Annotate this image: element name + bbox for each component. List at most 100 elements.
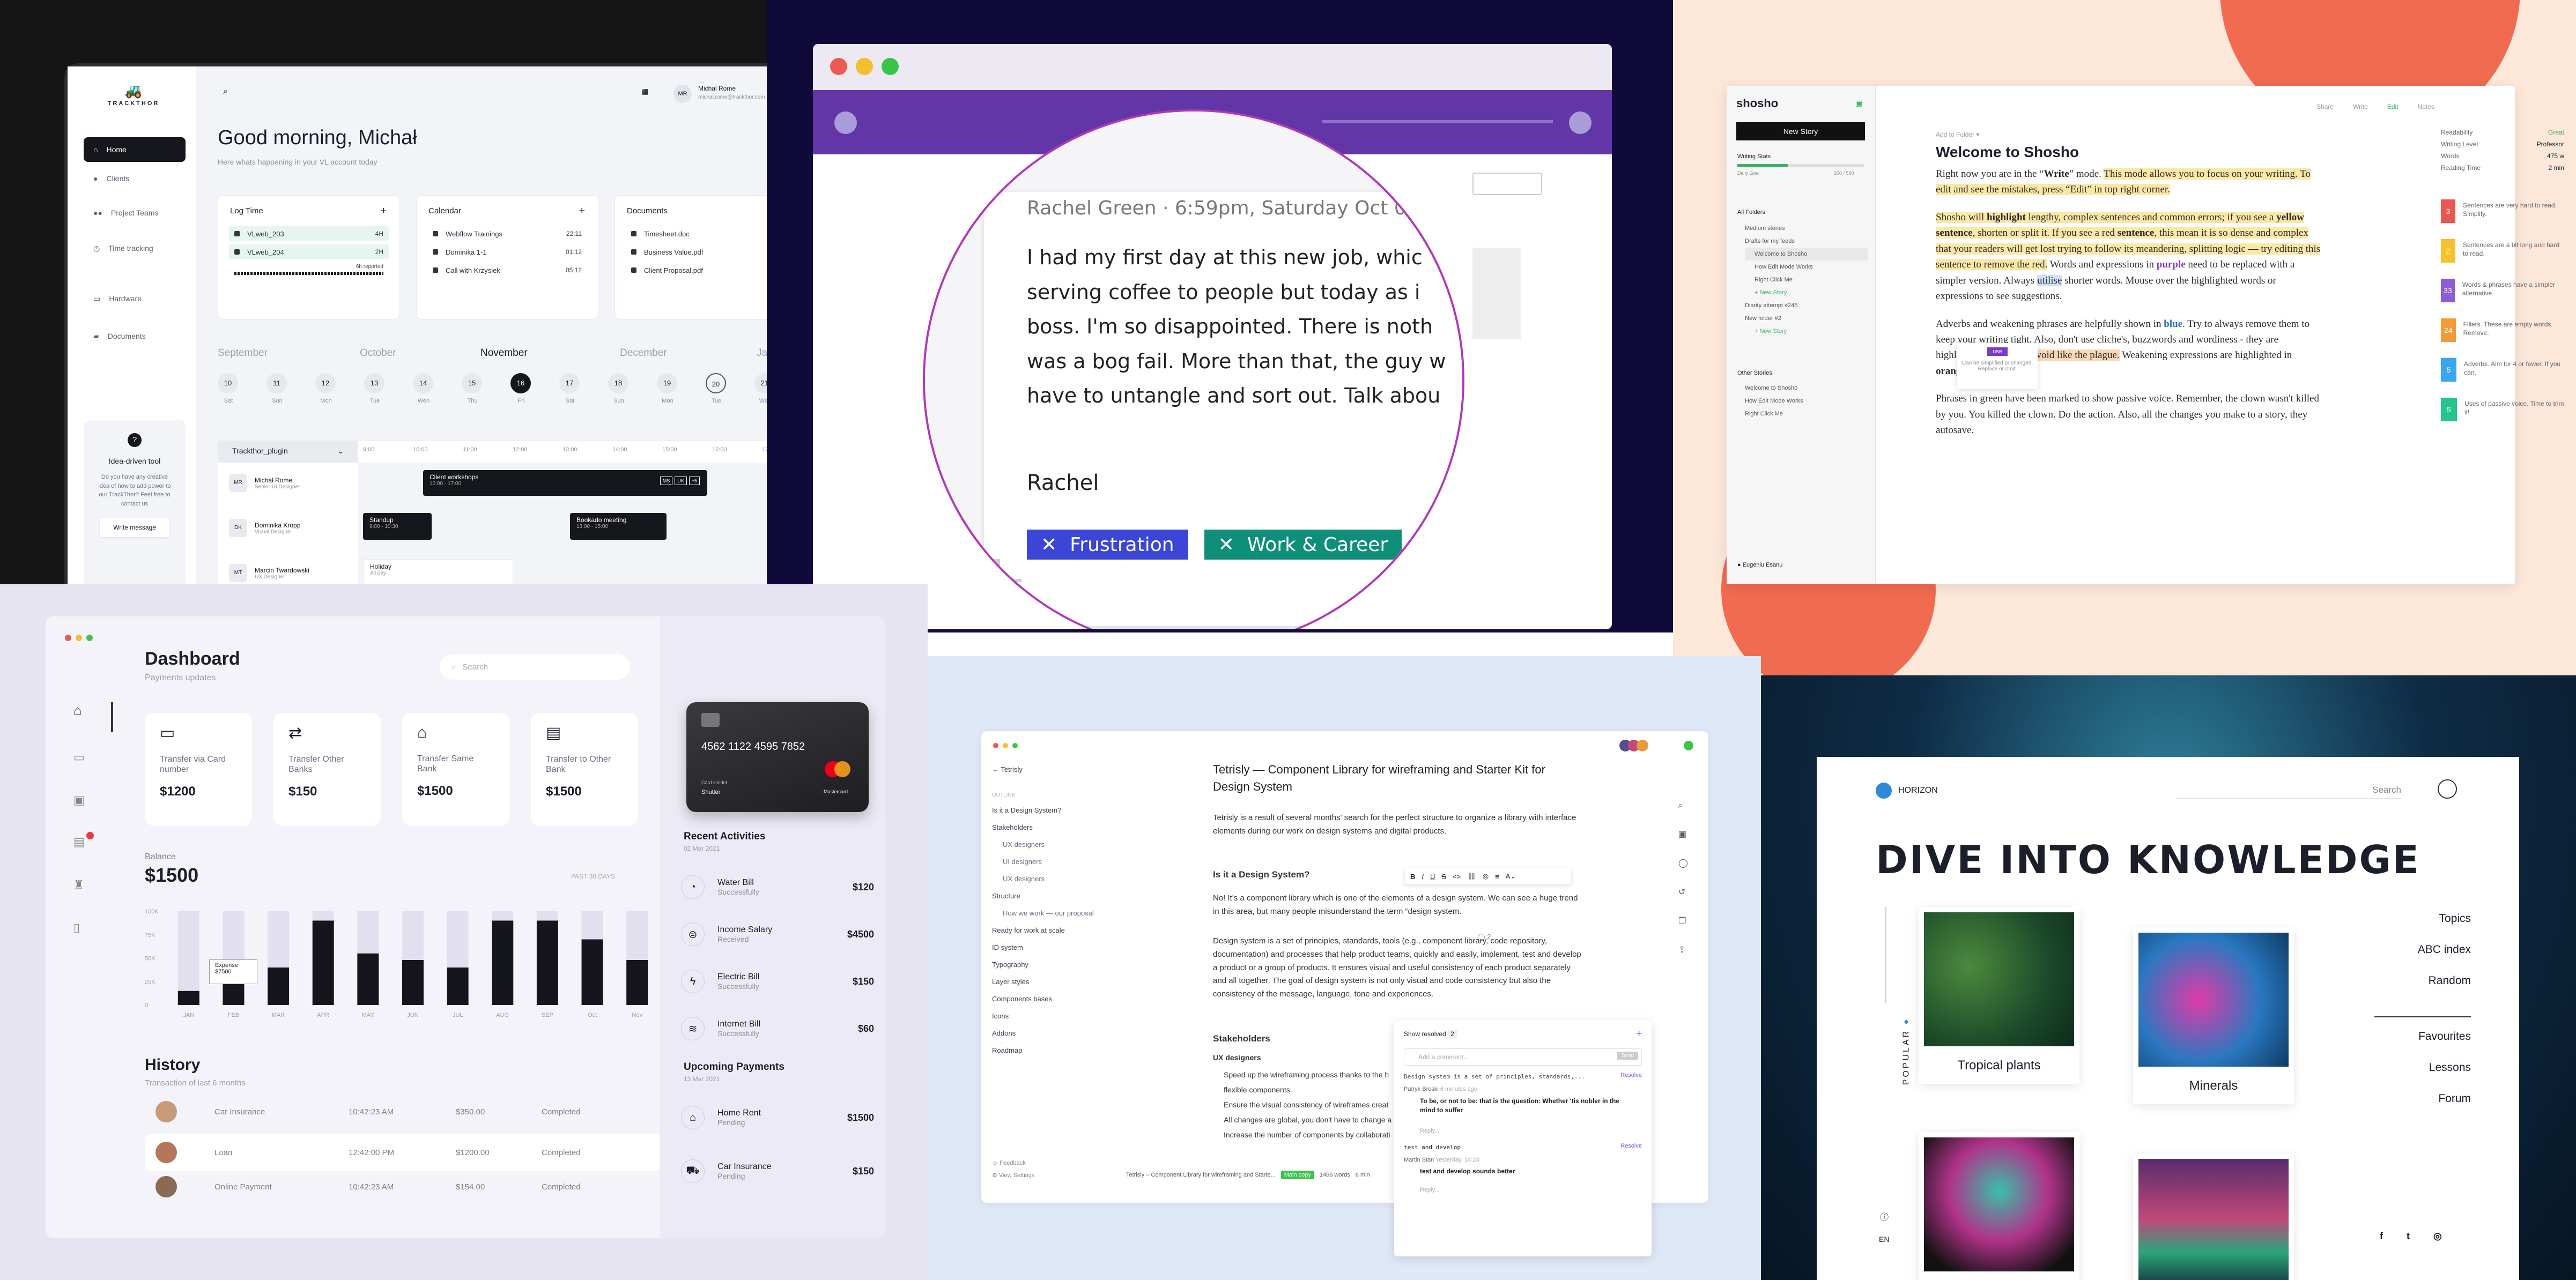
day-item[interactable]: 14 Wen [413, 373, 434, 404]
list-icon[interactable]: ≡ [1495, 873, 1499, 881]
plugin-selector[interactable]: Trackthor_plugin ⌄ [218, 441, 358, 463]
folder-crumb[interactable]: Add to Folder ▾ [1936, 131, 1979, 138]
feedback-link[interactable]: ☺ Feedback [992, 1160, 1026, 1166]
search-input[interactable]: ⌕ Search [440, 654, 630, 680]
bar[interactable] [492, 920, 514, 1006]
search-icon[interactable]: ⌕ [1678, 801, 1688, 810]
italic-button[interactable]: I [1422, 873, 1424, 881]
brand[interactable]: HORIZON [1876, 783, 1938, 799]
show-resolved-toggle[interactable]: Show resolved 2 [1404, 1030, 1457, 1038]
credit-card[interactable]: 4562 1122 4595 7852 Card Holder Shutter … [686, 702, 869, 812]
maximize-button[interactable] [1012, 743, 1018, 748]
minimize-button[interactable] [76, 635, 82, 641]
transfer-card[interactable]: ▭ Transfer via Card number $1200 [145, 713, 252, 825]
list-item[interactable]: Timesheet.doc [626, 226, 767, 241]
resolve-button[interactable]: Resolve [1620, 1072, 1642, 1078]
table-row[interactable]: Car Insurance 10:42:23 AM $350.00 Completed [145, 1093, 670, 1130]
table-row[interactable]: Online Payment 10:42:23 AM $154.00 Complete… [145, 1169, 670, 1205]
nav-hardware[interactable]: ▭ Hardware [84, 286, 186, 311]
suggestion-item[interactable]: 5 Adverbs. Aim for 4 or fewer. If you can… [2441, 358, 2564, 386]
list-item[interactable]: VLweb_204 2H [229, 244, 389, 259]
instagram-icon[interactable]: ◎ [2433, 1231, 2442, 1242]
bar[interactable] [177, 991, 199, 1005]
activity-item[interactable]: ◔ Water Bill Successfully $120 [681, 866, 885, 909]
volume-knob[interactable] [1569, 111, 1592, 134]
font-color-button[interactable]: A⌄ [1506, 872, 1516, 881]
bar[interactable] [626, 960, 648, 1005]
avatar[interactable]: MR [673, 85, 692, 103]
day-item[interactable]: 13 Tue [364, 373, 386, 404]
menu-link[interactable]: Topics [2412, 912, 2471, 925]
suggestion-item[interactable]: 2 Sentences are a bit long and hard to re… [2441, 239, 2564, 267]
facebook-icon[interactable]: f [2380, 1231, 2383, 1242]
close-icon[interactable]: ✕ [1218, 534, 1234, 556]
avatar[interactable] [2438, 779, 2457, 799]
person-row[interactable]: MR Michał Rome Senior UI Designer [229, 467, 352, 499]
transfer-card[interactable]: ▤ Transfer to Other Bank $1500 [531, 713, 638, 825]
event-bookado[interactable]: Bookado meeting 13:00 - 15:00 [570, 513, 667, 540]
outline-item[interactable]: How we work — our proposal [1003, 909, 1094, 917]
payment-item[interactable]: ⛟ Car Insurance Pending $150 [681, 1150, 885, 1193]
history-icon[interactable]: ↺ [1678, 887, 1688, 897]
nav-clients[interactable]: ● Clients [84, 166, 186, 191]
activity-item[interactable]: ϟ Electric Bill Successfully $150 [681, 960, 885, 1003]
back-link[interactable]: ← Tetrisly [992, 765, 1023, 773]
transfer-card[interactable]: ⌂ Transfer Same Bank $1500 [402, 713, 509, 825]
suggestion-item[interactable]: 24 Fillers. These are empty words. Remove… [2441, 318, 2564, 346]
link-icon[interactable]: ⛓ [1467, 872, 1476, 881]
topic-card[interactable]: Minerals [2133, 927, 2294, 1104]
copy-icon[interactable]: ❐ [1678, 916, 1688, 926]
topic-card[interactable]: Tropical plants [1919, 907, 2079, 1084]
day-item[interactable]: 20 Tue [706, 373, 727, 404]
transfer-card[interactable]: ⇄ Transfer Other Banks $150 [273, 713, 381, 825]
outline-item[interactable]: Addons [992, 1029, 1016, 1037]
suggestion-item[interactable]: 5 Uses of passive voice. Time to trim it! [2441, 398, 2564, 426]
editor[interactable]: Right now you are in the “Write” mode. T… [1936, 166, 2322, 438]
suggestion-item[interactable]: 3 Sentences are very hard to read. Simpli… [2441, 199, 2564, 227]
nav-documents[interactable]: ▰ Documents [84, 324, 186, 348]
day-item[interactable]: 16 Fri [510, 373, 532, 404]
action-button[interactable] [1472, 173, 1542, 195]
bar[interactable] [447, 968, 469, 1005]
event-holiday[interactable]: Holiday All day [363, 559, 513, 584]
comment-input[interactable]: Add a comment... Send [1404, 1048, 1642, 1066]
home-icon[interactable]: ⌂ [73, 702, 82, 719]
save-icon[interactable]: ▣ [1678, 829, 1688, 839]
person-row[interactable]: DK Dominika Kropp Visual Designer [229, 512, 352, 544]
strike-button[interactable]: S [1441, 873, 1446, 881]
tag-frustration[interactable]: ✕ Frustration [1027, 530, 1188, 560]
folder-item[interactable]: Drafts for my feeds [1745, 235, 1868, 248]
language-selector[interactable]: EN [1879, 1235, 1889, 1244]
reply-input[interactable]: Reply... [1420, 1187, 1439, 1193]
list-item[interactable]: Business Value.pdf [626, 244, 767, 259]
bar[interactable] [402, 960, 424, 1005]
day-item[interactable]: 19 Mon [657, 373, 678, 404]
outline-item[interactable]: Is it a Design System? [992, 806, 1061, 814]
outline-item[interactable]: UI designers [1003, 858, 1042, 866]
nav-project-teams[interactable]: ●● Project Teams [84, 200, 186, 225]
twitter-icon[interactable]: t [2407, 1231, 2410, 1242]
underline-button[interactable]: U [1430, 873, 1435, 881]
folder-item[interactable]: New folder #2 [1745, 312, 1868, 325]
reply-input[interactable]: Reply... [1420, 1128, 1439, 1134]
bold-button[interactable]: B [1410, 873, 1415, 881]
outline-item[interactable]: Roadmap [992, 1046, 1022, 1054]
share-button[interactable]: Share [2316, 103, 2334, 110]
tag-work-career[interactable]: ✕ Work & Career [1204, 530, 1402, 560]
outline-item[interactable]: Ready for work at scale [992, 926, 1065, 934]
outline-item[interactable]: Stakeholders [992, 823, 1033, 831]
outline-item[interactable]: Layer styles [992, 978, 1029, 986]
sidebar-toggle-icon[interactable]: ▣ [1855, 99, 1862, 108]
table-row[interactable]: Loan 12:42:00 PM $1200.00 Completed [145, 1134, 670, 1171]
list-item[interactable]: Webflow Trainings 22:11 [427, 226, 587, 241]
folder-item[interactable]: Diarity attempt #245 [1745, 299, 1868, 312]
event-standup[interactable]: Standup 9:00 - 10:30 [363, 513, 432, 540]
card-icon[interactable]: ▤ [73, 835, 85, 849]
bar[interactable] [268, 968, 290, 1005]
activity-item[interactable]: ≋ Internet Bill Successfully $60 [681, 1007, 885, 1050]
trophy-icon[interactable]: ♜ [73, 878, 84, 892]
day-item[interactable]: 12 Mon [315, 373, 337, 404]
write-message-button[interactable]: Write message [100, 518, 169, 537]
close-button[interactable] [993, 743, 998, 748]
menu-link[interactable]: ABC index [2412, 943, 2471, 956]
